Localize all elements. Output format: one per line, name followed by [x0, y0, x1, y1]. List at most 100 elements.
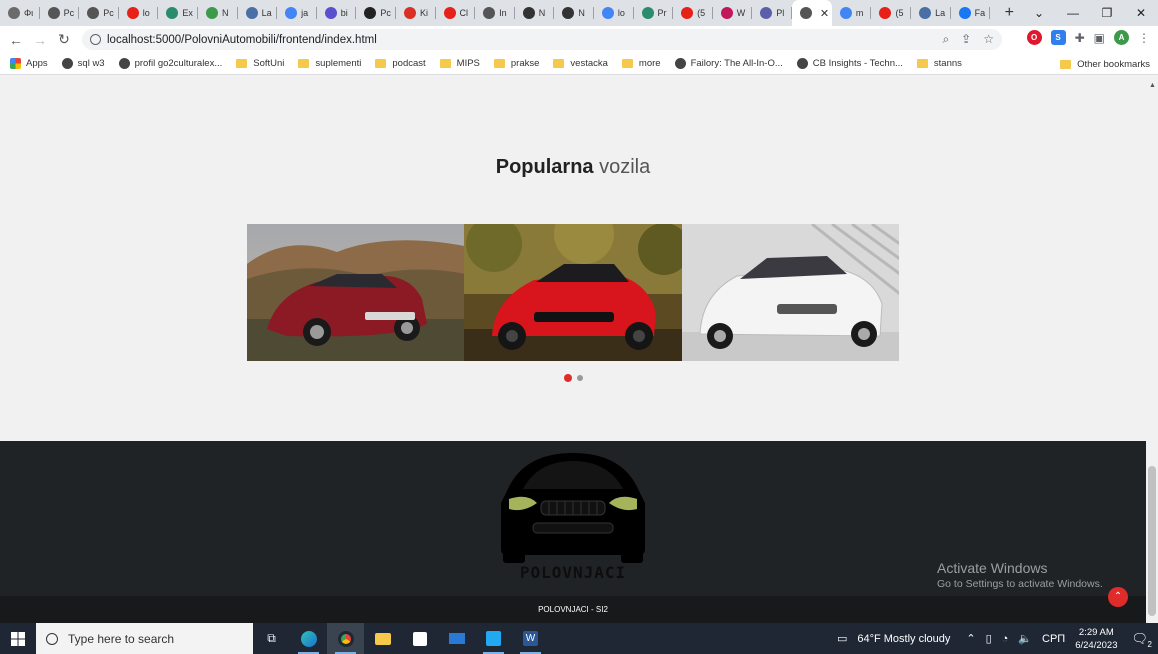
tray-chevron-icon[interactable]: ⌃ — [966, 632, 975, 645]
taskbar-search-box[interactable]: Type here to search — [36, 623, 253, 654]
browser-tab[interactable]: Ki — [396, 0, 436, 26]
bookmark-folder[interactable]: vestacka — [553, 58, 608, 69]
tab-label: Pc — [380, 8, 391, 18]
browser-tab[interactable]: N — [515, 0, 555, 26]
browser-tab[interactable]: m — [832, 0, 872, 26]
tab-favicon-icon — [245, 7, 258, 19]
start-button[interactable] — [0, 623, 36, 654]
browser-tab[interactable]: bi — [317, 0, 357, 26]
browser-tab[interactable]: Pc — [79, 0, 119, 26]
back-button[interactable]: ← — [4, 32, 28, 48]
other-bookmarks-label: Other bookmarks — [1077, 59, 1150, 70]
browser-tab[interactable]: lo — [119, 0, 159, 26]
carousel-slide-white-sedan[interactable] — [681, 224, 899, 361]
zoom-icon[interactable]: ⌕ — [942, 32, 949, 47]
weather-text[interactable]: 64°F Mostly cloudy — [857, 633, 950, 645]
chrome-app-icon[interactable] — [327, 623, 364, 654]
network-icon[interactable]: ◔ — [1002, 633, 1009, 645]
side-panel-icon[interactable]: ▣ — [1094, 31, 1105, 45]
tab-favicon-icon — [681, 7, 694, 19]
scroll-up-arrow-icon[interactable]: ▲ — [1149, 82, 1156, 89]
forward-button[interactable]: → — [28, 32, 52, 48]
bookmark-folder[interactable]: SoftUni — [236, 58, 284, 69]
tab-favicon-icon — [919, 7, 932, 19]
opera-extension-icon[interactable]: O — [1026, 30, 1042, 45]
tab-favicon-icon — [839, 7, 852, 19]
carousel-slide-red-hatchback[interactable] — [464, 224, 682, 361]
volume-icon[interactable]: 🔈 — [1018, 632, 1032, 645]
bookmark-apps[interactable]: Apps — [10, 58, 48, 69]
windows-taskbar: Type here to search ⧉ W ▭ 64°F Mostly cl… — [0, 623, 1158, 654]
carousel-dot-1[interactable] — [563, 374, 572, 382]
popular-vehicles-carousel[interactable] — [247, 224, 899, 361]
battery-icon[interactable]: ▯ — [986, 632, 992, 645]
browser-tab[interactable]: Pc — [40, 0, 80, 26]
browser-tab[interactable]: Pr — [634, 0, 674, 26]
browser-tab[interactable]: W — [713, 0, 753, 26]
browser-tab[interactable]: ja — [277, 0, 317, 26]
bookmark-site[interactable]: Failory: The All-In-O... — [674, 58, 783, 69]
browser-tab[interactable]: Fa — [951, 0, 991, 26]
site-info-icon[interactable] — [90, 34, 101, 45]
scrollbar-thumb[interactable] — [1148, 466, 1156, 616]
menu-kebab-icon[interactable]: ⋮ — [1138, 31, 1150, 45]
active-browser-tab[interactable]: ✕ — [791, 0, 832, 26]
edge-app-icon[interactable] — [290, 623, 327, 654]
close-tab-icon[interactable]: ✕ — [820, 7, 829, 20]
extensions-puzzle-icon[interactable]: ✚ — [1075, 31, 1085, 45]
carousel-dot-2[interactable] — [576, 375, 583, 381]
browser-tab[interactable]: La — [238, 0, 278, 26]
browser-tab[interactable]: (5 — [673, 0, 713, 26]
scroll-to-top-button[interactable]: ⌃ — [1108, 587, 1128, 607]
mail-app-icon[interactable] — [438, 623, 475, 654]
store-app-icon[interactable] — [401, 623, 438, 654]
browser-tab[interactable]: Pc — [356, 0, 396, 26]
notifications-icon[interactable]: 🗨 2 — [1131, 631, 1152, 649]
browser-tab[interactable]: N — [554, 0, 594, 26]
bookmark-star-icon[interactable]: ☆ — [983, 32, 994, 47]
browser-tab[interactable]: In — [475, 0, 515, 26]
browser-tab[interactable]: (5 — [871, 0, 911, 26]
tab-label: m — [855, 8, 864, 18]
bookmark-folder[interactable]: stanns — [916, 58, 962, 69]
task-view-icon[interactable]: ⧉ — [253, 623, 290, 654]
reload-button[interactable]: ↻ — [52, 31, 76, 48]
tab-favicon-icon — [285, 7, 298, 19]
browser-tab[interactable]: Φι — [0, 0, 40, 26]
weather-icon[interactable]: ▭ — [837, 632, 847, 645]
tab-search-icon[interactable]: ⌄ — [1022, 6, 1056, 20]
carousel-slide-red-sedan[interactable] — [247, 224, 465, 361]
share-icon[interactable]: ⇪ — [961, 32, 971, 47]
vscode-app-icon[interactable] — [475, 623, 512, 654]
bookmark-site[interactable]: sql w3 — [61, 58, 105, 69]
bookmark-site[interactable]: CB Insights - Techn... — [796, 58, 903, 69]
other-bookmarks[interactable]: Other bookmarks — [1060, 59, 1150, 70]
file-explorer-icon[interactable] — [364, 623, 401, 654]
browser-tab[interactable]: La — [911, 0, 951, 26]
bookmark-folder[interactable]: more — [621, 58, 661, 69]
address-bar[interactable]: localhost:5000/PolovniAutomobili/fronten… — [82, 29, 1002, 50]
search-icon — [46, 632, 58, 645]
profile-avatar[interactable]: A — [1114, 30, 1129, 45]
browser-tab[interactable]: N — [198, 0, 238, 26]
browser-tab[interactable]: Ex — [158, 0, 198, 26]
minimize-button[interactable]: — — [1056, 6, 1090, 20]
bookmark-folder[interactable]: prakse — [493, 58, 539, 69]
browser-tab[interactable]: Cl — [436, 0, 476, 26]
page-scrollbar[interactable]: ▲ — [1146, 76, 1158, 623]
close-window-button[interactable]: ✕ — [1124, 6, 1158, 20]
folder-icon — [375, 59, 387, 68]
restore-button[interactable]: ❐ — [1090, 6, 1124, 20]
bookmark-site[interactable]: profil go2culturalex... — [118, 58, 222, 69]
new-tab-button[interactable]: + — [996, 4, 1022, 22]
browser-tab[interactable]: Pl — [752, 0, 792, 26]
clock[interactable]: 2:29 AM 6/24/2023 — [1075, 626, 1117, 652]
language-indicator[interactable]: СРП — [1042, 633, 1065, 645]
bookmark-folder[interactable]: suplementi — [298, 58, 361, 69]
bookmark-folder[interactable]: podcast — [375, 58, 426, 69]
bookmark-folder[interactable]: MIPS — [439, 58, 480, 69]
clock-time: 2:29 AM — [1078, 626, 1114, 638]
extension-badge-icon[interactable]: S — [1050, 30, 1066, 45]
browser-tab[interactable]: lo — [594, 0, 634, 26]
word-app-icon[interactable]: W — [512, 623, 549, 654]
